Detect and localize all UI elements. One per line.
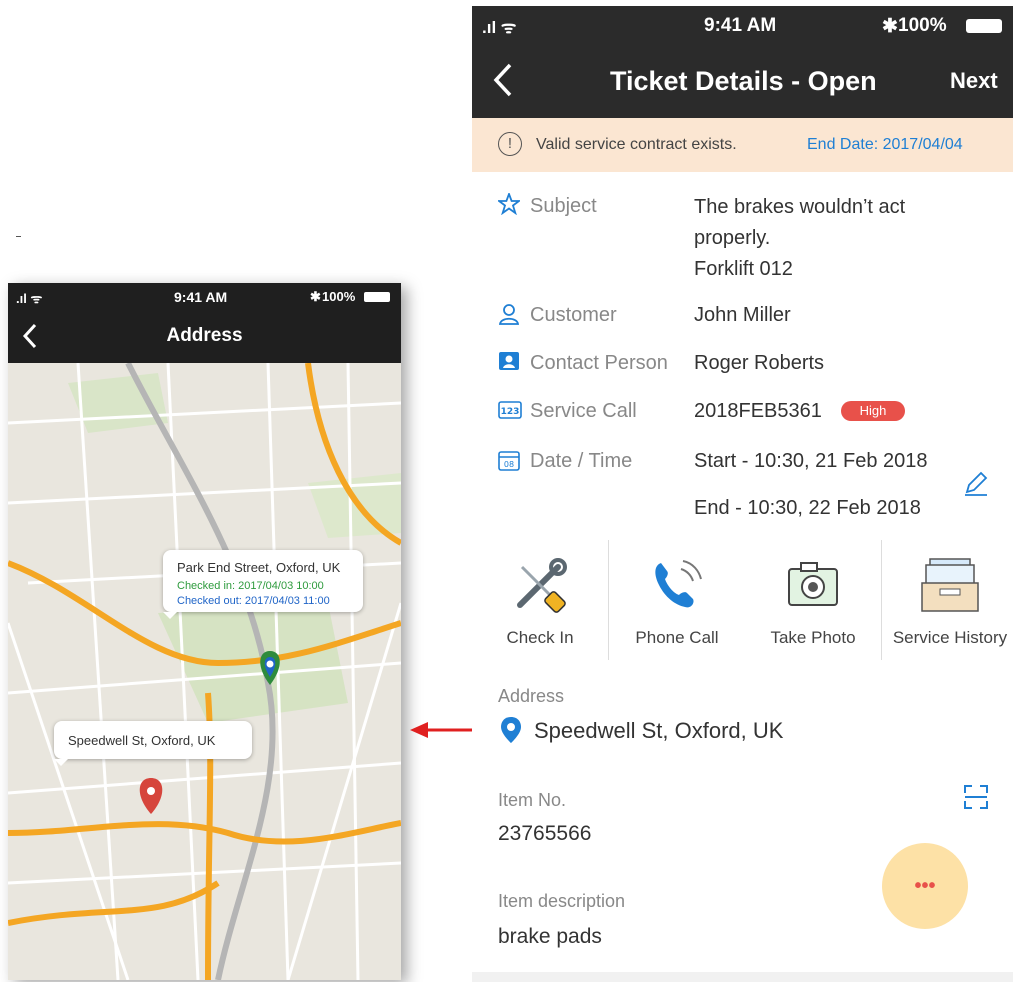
priority-badge: High — [841, 401, 905, 421]
item-description-value: brake pads — [498, 925, 602, 948]
person-icon — [498, 304, 520, 325]
contact-card-icon — [499, 352, 519, 370]
contract-message: Valid service contract exists. — [536, 136, 737, 153]
callout-address: Park End Street, Oxford, UK — [177, 560, 341, 575]
back-icon[interactable] — [492, 62, 514, 98]
item-no-value: 23765566 — [498, 822, 592, 845]
nav-bar: Ticket Details - Open Next — [472, 44, 1013, 118]
start-datetime: Start - 10:30, 21 Feb 2018 — [694, 450, 928, 472]
nav-bar: Address — [8, 311, 401, 363]
checked-out-time: Checked out: 2017/04/03 11:00 — [177, 595, 330, 607]
page-title: Address — [166, 325, 243, 346]
status-time: 9:41 AM — [704, 15, 777, 36]
service-call-label: Service Call — [530, 400, 637, 422]
contract-banner: ! Valid service contract exists. End Dat… — [472, 118, 1013, 172]
contract-end-date[interactable]: End Date: 2017/04/04 — [807, 136, 963, 154]
customer-value: John Miller — [694, 304, 791, 326]
checked-in-time: Checked in: 2017/04/03 10:00 — [177, 580, 324, 592]
phone-call-button[interactable]: Phone Call — [612, 555, 742, 648]
divider — [608, 540, 609, 660]
more-actions-fab[interactable]: ••• — [882, 843, 968, 929]
subject-line: The brakes wouldn’t act — [694, 196, 906, 218]
callout-address: Speedwell St, Oxford, UK — [68, 733, 216, 748]
signal-wifi-icon: .ıl ᯤ — [482, 18, 517, 37]
battery-percent: 100% — [898, 15, 947, 36]
bluetooth-icon: ✱ — [882, 16, 898, 37]
camera-icon — [788, 562, 838, 606]
service-call-value: 2018FEB5361 — [694, 400, 822, 422]
subject-label: Subject — [530, 195, 597, 217]
contact-person-label: Contact Person — [530, 352, 668, 374]
calendar-icon: 08 — [498, 451, 520, 471]
subject-line: Forklift 012 — [694, 258, 793, 280]
customer-label: Customer — [530, 304, 617, 326]
battery-icon — [364, 292, 390, 302]
status-bar: .ıl ᯤ 9:41 AM ✱ 100% — [472, 6, 1013, 44]
location-pin-icon — [501, 717, 521, 743]
history-tray-icon — [921, 558, 979, 612]
status-bar: .ıl ᯤ 9:41 AM ✱ 100% — [8, 283, 401, 311]
address-value[interactable]: Speedwell St, Oxford, UK — [534, 718, 783, 744]
action-label: Check In — [506, 628, 574, 647]
address-label: Address — [498, 686, 565, 706]
map-callout-address[interactable]: Speedwell St, Oxford, UK — [54, 721, 252, 766]
action-label: Phone Call — [635, 628, 719, 647]
end-datetime: End - 10:30, 22 Feb 2018 — [694, 497, 921, 519]
scan-icon[interactable] — [963, 784, 989, 810]
item-no-label: Item No. — [498, 790, 567, 810]
map-canvas — [8, 361, 401, 980]
map-callout-checkin[interactable]: Park End Street, Oxford, UK Checked in: … — [163, 550, 363, 619]
svg-text:123: 123 — [501, 407, 520, 417]
phone-icon — [655, 560, 702, 608]
ticket-details-screen: .ıl ᯤ 9:41 AM ✱ 100% Ticket Details - Op… — [472, 0, 1013, 982]
next-button[interactable]: Next — [950, 68, 998, 94]
number-icon: 123 — [498, 401, 522, 419]
action-label: Take Photo — [770, 628, 856, 647]
info-icon: ! — [498, 132, 522, 156]
signal-wifi-icon: .ıl ᯤ — [16, 291, 43, 306]
page-title: Ticket Details - Open — [610, 66, 877, 96]
take-photo-button[interactable]: Take Photo — [748, 555, 878, 648]
subject-line: properly. — [694, 227, 771, 249]
battery-icon — [966, 19, 1002, 33]
edit-pencil-icon[interactable] — [963, 470, 989, 496]
service-history-button[interactable]: Service History — [882, 555, 1013, 648]
battery-percent: 100% — [322, 289, 356, 304]
star-icon — [498, 193, 520, 215]
status-time: 9:41 AM — [174, 289, 228, 305]
map-view[interactable]: Park End Street, Oxford, UK Checked in: … — [8, 361, 401, 980]
bluetooth-icon: ✱ — [310, 289, 321, 304]
subject-value: The brakes wouldn’t act properly. Forkli… — [694, 192, 905, 285]
bottom-edge — [472, 972, 1013, 982]
action-label: Service History — [892, 628, 1008, 647]
contact-person-value: Roger Roberts — [694, 352, 825, 374]
check-in-button[interactable]: Check In — [475, 555, 605, 648]
item-description-label: Item description — [498, 891, 626, 911]
svg-text:08: 08 — [504, 460, 514, 469]
tools-icon — [517, 558, 567, 613]
divider — [16, 236, 21, 237]
address-map-screen: .ıl ᯤ 9:41 AM ✱ 100% Address Park End St… — [8, 283, 401, 980]
date-time-label: Date / Time — [530, 450, 633, 472]
